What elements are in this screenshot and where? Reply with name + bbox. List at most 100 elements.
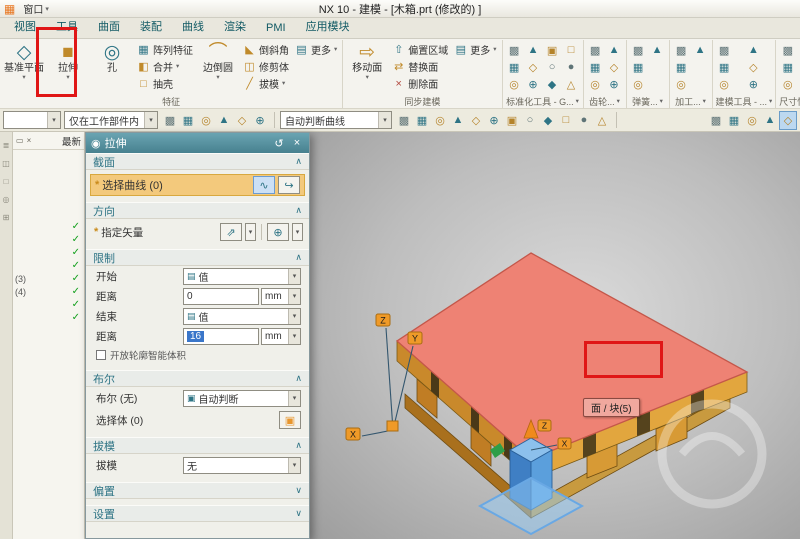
window-icon[interactable]: ▦ [725, 111, 743, 130]
ribbon-group-label-modeling-tools[interactable]: 建模工具 - ... ▾ [716, 94, 773, 108]
extrude-button[interactable]: ■ 拉伸 ▾ [47, 41, 89, 81]
lasso-select-icon[interactable]: ◎ [197, 111, 215, 130]
delete-face-button[interactable]: × 删除面 [390, 75, 450, 92]
history-palette-icon[interactable]: ⊞ [0, 213, 12, 222]
end-distance-unit-dropdown[interactable]: mm ▾ [261, 327, 301, 345]
tab-PMI[interactable]: PMI [256, 19, 296, 38]
navigator-row[interactable]: ✓ [13, 246, 82, 259]
cylinder-gear-icon[interactable]: ▩ [587, 42, 604, 58]
wcs-origin-handle[interactable] [386, 420, 399, 432]
gear-tool-icon[interactable]: ⊕ [606, 76, 623, 92]
perpendicular-snap-icon[interactable]: ○ [521, 111, 539, 130]
part-navigator-icon[interactable]: □ [0, 177, 12, 186]
tab-工具[interactable]: 工具 [46, 15, 88, 38]
point-snap-icon[interactable]: □ [557, 111, 575, 130]
vertex-snap-icon[interactable]: ▣ [503, 111, 521, 130]
chamfer-button[interactable]: ◣ 倒斜角 [241, 41, 291, 58]
close-panel-icon[interactable]: × [27, 136, 32, 145]
bevel-gear-icon[interactable]: ▦ [587, 59, 604, 75]
section-header-offset[interactable]: 偏置 ∨ [86, 482, 309, 499]
washer-icon[interactable]: ▣ [544, 42, 561, 58]
dialog-close-button[interactable]: × [290, 137, 304, 149]
boolean-dropdown[interactable]: ▣ 自动判断 ▾ [183, 389, 301, 407]
corner-icon[interactable]: □ [563, 42, 580, 58]
torsion-spring-icon[interactable]: ◎ [630, 76, 647, 92]
vector-more-dropdown[interactable]: ▾ [292, 223, 303, 241]
center-view-icon[interactable]: ◎ [743, 111, 761, 130]
linear-dim-icon[interactable]: ▩ [779, 42, 796, 58]
midpoint-snap-icon[interactable]: ▦ [413, 111, 431, 130]
navigator-column-header[interactable]: 最新 [62, 134, 81, 148]
ribbon-group-label-standard-tools[interactable]: 标准化工具 - G... ▾ [506, 94, 580, 108]
pin-panel-icon[interactable]: ▭ [16, 136, 24, 145]
pallet-top-face-selected[interactable] [395, 252, 749, 460]
render-style-icon[interactable]: ▲ [761, 111, 779, 130]
cutter-icon[interactable]: ▦ [673, 59, 690, 75]
face-snap-icon[interactable]: ● [575, 111, 593, 130]
plate-icon[interactable]: ◎ [506, 76, 523, 92]
curve-snap-icon[interactable]: ◆ [539, 111, 557, 130]
clamp-icon[interactable]: ▩ [506, 42, 523, 58]
section-header-direction[interactable]: 方向 ∧ [86, 202, 309, 219]
draft-dropdown[interactable]: 无 ▾ [183, 456, 301, 474]
edge-blend-button[interactable]: ⌒ 边倒圆 ▾ [197, 41, 239, 81]
section-header-limits[interactable]: 限制 ∧ [86, 249, 309, 266]
constraint-navigator-icon[interactable]: ◫ [0, 159, 12, 168]
rail-icon[interactable]: ○ [544, 59, 561, 75]
bracket-icon[interactable]: ▲ [525, 42, 542, 58]
fixture-icon[interactable]: ▩ [673, 42, 690, 58]
pin-icon[interactable]: ◇ [525, 59, 542, 75]
csys-z-label[interactable]: Z [537, 419, 552, 432]
sketch-section-button[interactable]: ↪ [278, 176, 300, 194]
worm-gear-icon[interactable]: ▲ [606, 42, 623, 58]
compression-spring-icon[interactable]: ▩ [630, 42, 647, 58]
start-distance-unit-dropdown[interactable]: mm ▾ [261, 287, 301, 305]
two-point-vector-button[interactable]: ⇗ [220, 223, 242, 241]
section-header-settings[interactable]: 设置 ∨ [86, 505, 309, 522]
dialog-header[interactable]: ◉ 拉伸 ↺ × [86, 133, 309, 153]
offset-region-button[interactable]: ⇧ 偏置区域 [390, 41, 450, 58]
touch-mode-icon[interactable]: ⊕ [251, 111, 269, 130]
window-menu-button[interactable]: 窗口 ▾ [19, 1, 53, 16]
selection-scope-combo[interactable]: 仅在工作部件内 ▾ [64, 111, 158, 129]
quadrant-snap-icon[interactable]: ⊕ [485, 111, 503, 130]
pattern-feature-button[interactable]: ▦ 阵列特征 [135, 41, 195, 58]
start-distance-input[interactable]: 0 [183, 287, 259, 305]
grid-icon[interactable]: ▩ [707, 111, 725, 130]
wave-link-icon[interactable]: ◇ [745, 59, 762, 75]
vector-options-dropdown[interactable]: ▾ [245, 223, 256, 241]
radial-dim-icon[interactable]: ▦ [779, 59, 796, 75]
navigator-row[interactable]: ✓ [13, 259, 82, 272]
open-profile-row[interactable]: 开放轮廓智能体积 [86, 346, 309, 364]
graphics-viewport[interactable]: Z Y X Z X 面 / 块(5) [310, 132, 800, 539]
navigator-row[interactable]: ✓ [13, 220, 82, 233]
dialog-reset-button[interactable]: ↺ [272, 137, 286, 150]
curve-rule-combo[interactable]: 自动判断曲线 ▾ [280, 111, 392, 129]
ribbon-group-label-springs[interactable]: 弹簧... ▾ [630, 94, 666, 108]
draft-button[interactable]: ╱ 拔模 ▾ [241, 75, 291, 92]
navigator-row[interactable]: ✓ [13, 233, 82, 246]
tab-曲线[interactable]: 曲线 [172, 15, 214, 38]
wcs-y-label[interactable]: Y [407, 331, 423, 345]
trim-body-button[interactable]: ◫ 修剪体 [241, 58, 291, 75]
ribbon-group-label-machining[interactable]: 加工... ▾ [673, 94, 709, 108]
center-snap-icon[interactable]: ◇ [467, 111, 485, 130]
endpoint-snap-icon[interactable]: ▩ [395, 111, 413, 130]
resource-bar[interactable]: ≣ ◫ □ ◎ ⊞ [0, 132, 13, 539]
replace-face-button[interactable]: ⇄ 替换面 [390, 58, 450, 75]
select-curve-row[interactable]: * 选择曲线 (0) ∿ ↪ [90, 174, 305, 196]
circle-snap-icon[interactable]: ▲ [449, 111, 467, 130]
expression-icon[interactable]: ▲ [745, 42, 762, 58]
tab-应用模块[interactable]: 应用模块 [296, 15, 360, 38]
navigator-row[interactable]: (4) ✓ [13, 285, 82, 298]
navigator-row[interactable]: (3) ✓ [13, 272, 82, 285]
angle-snap-icon[interactable]: △ [593, 111, 611, 130]
spacer-icon[interactable]: △ [563, 76, 580, 92]
end-distance-input[interactable]: 16 [183, 327, 259, 345]
rack-icon[interactable]: ◇ [606, 59, 623, 75]
bolt-icon[interactable]: ▦ [506, 59, 523, 75]
navigator-row[interactable]: ✓ [13, 298, 82, 311]
shell-button[interactable]: □ 抽壳 [135, 75, 195, 92]
bushing-icon[interactable]: ● [563, 59, 580, 75]
vector-dialog-button[interactable]: ⊕ [267, 223, 289, 241]
